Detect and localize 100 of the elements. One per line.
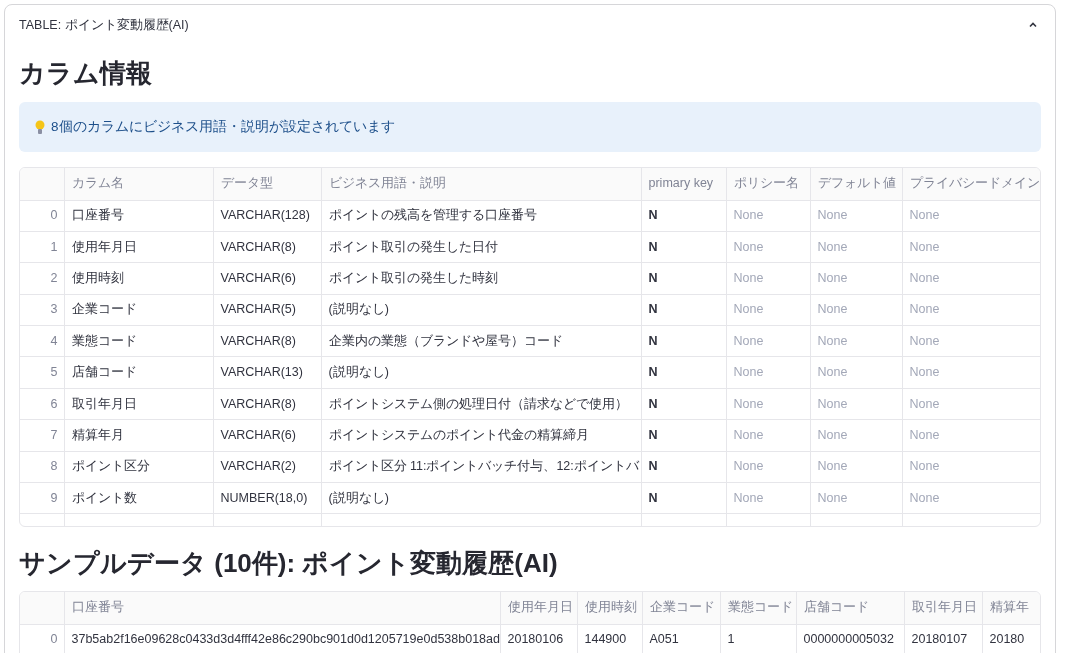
table-cell: None — [902, 231, 1040, 263]
table-cell: None — [902, 451, 1040, 483]
table-cell: N — [641, 294, 726, 326]
table-cell: (説明なし) — [321, 356, 641, 389]
table-cell: VARCHAR(2) — [213, 451, 321, 483]
table-cell: None — [726, 388, 810, 420]
table-cell: None — [810, 200, 902, 232]
column-header[interactable]: 取引年月日 — [904, 592, 982, 624]
table-cell: VARCHAR(8) — [213, 231, 321, 263]
column-header[interactable]: primary key — [641, 168, 726, 200]
table-cell: ポイント取引の発生した時刻 — [321, 262, 641, 295]
table-cell: 20180 — [982, 624, 1040, 653]
table-cell: ポイント区分 11:ポイントバッチ付与、12:ポイントバ — [321, 451, 641, 483]
table-cell: 使用時刻 — [64, 262, 213, 295]
table-cell: N — [641, 356, 726, 389]
row-index: 5 — [20, 356, 64, 389]
column-header[interactable]: ポリシー名 — [726, 168, 810, 200]
table-cell: N — [641, 200, 726, 232]
table-cell: None — [726, 325, 810, 357]
table-cell: ポイントシステムのポイント代金の精算締月 — [321, 419, 641, 452]
column-header[interactable]: 精算年 — [982, 592, 1040, 624]
table-cell: N — [641, 451, 726, 483]
table-cell: 取引年月日 — [64, 388, 213, 420]
table-cell: ポイント区分 — [64, 451, 213, 483]
table-cell: ポイント数 — [64, 482, 213, 514]
table-cell: None — [726, 482, 810, 514]
info-text: 8個のカラムにビジネス用語・説明が設定されています — [51, 117, 395, 136]
column-header[interactable]: カラム名 — [64, 168, 213, 200]
table-cell: 20180106 — [500, 624, 577, 653]
column-header[interactable]: 企業コード — [642, 592, 720, 624]
table-cell: 企業内の業態（ブランドや屋号）コード — [321, 325, 641, 357]
table-cell: None — [726, 419, 810, 452]
table-cell: None — [902, 262, 1040, 295]
table-cell: 精算年月 — [64, 419, 213, 452]
table-cell: 企業コード — [64, 294, 213, 326]
row-index: 8 — [20, 451, 64, 483]
column-header[interactable]: 店舗コード — [796, 592, 904, 624]
table-cell: None — [810, 451, 902, 483]
row-index: 0 — [20, 200, 64, 232]
table-cell: None — [810, 388, 902, 420]
table-cell: None — [902, 294, 1040, 326]
column-header[interactable]: 口座番号 — [64, 592, 500, 624]
table-cell: None — [810, 262, 902, 295]
column-header[interactable]: データ型 — [213, 168, 321, 200]
table-cell: 業態コード — [64, 325, 213, 357]
table-cell: 使用年月日 — [64, 231, 213, 263]
column-header[interactable]: プライバシードメイン — [902, 168, 1040, 200]
table-cell: N — [641, 231, 726, 263]
table-cell: 144900 — [577, 624, 642, 653]
table-cell: None — [810, 482, 902, 514]
table-cell: VARCHAR(13) — [213, 356, 321, 389]
table-cell: N — [641, 482, 726, 514]
row-index: 2 — [20, 262, 64, 295]
column-header[interactable]: ビジネス用語・説明 — [321, 168, 641, 200]
row-index: 6 — [20, 388, 64, 420]
table-cell: None — [726, 200, 810, 232]
table-cell: None — [902, 200, 1040, 232]
table-cell: ポイント取引の発生した日付 — [321, 231, 641, 263]
table-cell: N — [641, 419, 726, 452]
table-cell: None — [810, 231, 902, 263]
table-cell: VARCHAR(8) — [213, 388, 321, 420]
table-cell: None — [810, 294, 902, 326]
row-index: 3 — [20, 294, 64, 326]
row-index: 9 — [20, 482, 64, 514]
panel-title: TABLE: ポイント変動履歴(AI) — [19, 16, 189, 34]
section-heading: サンプルデータ (10件): ポイント変動履歴(AI) — [19, 547, 559, 580]
column-header[interactable]: デフォルト値 — [810, 168, 902, 200]
row-index: 1 — [20, 231, 64, 263]
table-cell: ポイントシステム側の処理日付（請求などで使用） — [321, 388, 641, 420]
row-index: 4 — [20, 325, 64, 357]
lightbulb-icon — [35, 119, 45, 135]
table-cell: None — [902, 482, 1040, 514]
table-cell: N — [641, 262, 726, 295]
table-cell: N — [641, 388, 726, 420]
column-header[interactable]: 業態コード — [720, 592, 796, 624]
table-cell: None — [810, 419, 902, 452]
table-cell: None — [726, 294, 810, 326]
table-cell: (説明なし) — [321, 482, 641, 514]
table-cell: 0000000005032 — [796, 624, 904, 653]
table-cell: VARCHAR(6) — [213, 262, 321, 295]
table-cell: None — [810, 356, 902, 389]
column-header[interactable]: 使用時刻 — [577, 592, 642, 624]
table-cell: None — [902, 419, 1040, 452]
expander-header[interactable]: TABLE: ポイント変動履歴(AI) — [19, 5, 1041, 45]
table-cell: 20180107 — [904, 624, 982, 653]
table-cell: 口座番号 — [64, 200, 213, 232]
table-cell: 1 — [720, 624, 796, 653]
table-cell: VARCHAR(128) — [213, 200, 321, 232]
table-cell: VARCHAR(5) — [213, 294, 321, 326]
table-cell: 店舗コード — [64, 356, 213, 389]
table-cell: NUMBER(18,0) — [213, 482, 321, 514]
row-index: 0 — [20, 624, 64, 653]
table-cell: None — [726, 231, 810, 263]
table-cell: None — [902, 388, 1040, 420]
table-cell: A051 — [642, 624, 720, 653]
table-cell: VARCHAR(8) — [213, 325, 321, 357]
table-cell: VARCHAR(6) — [213, 419, 321, 452]
table-cell: None — [726, 356, 810, 389]
table-cell: (説明なし) — [321, 294, 641, 326]
column-header[interactable]: 使用年月日 — [500, 592, 577, 624]
